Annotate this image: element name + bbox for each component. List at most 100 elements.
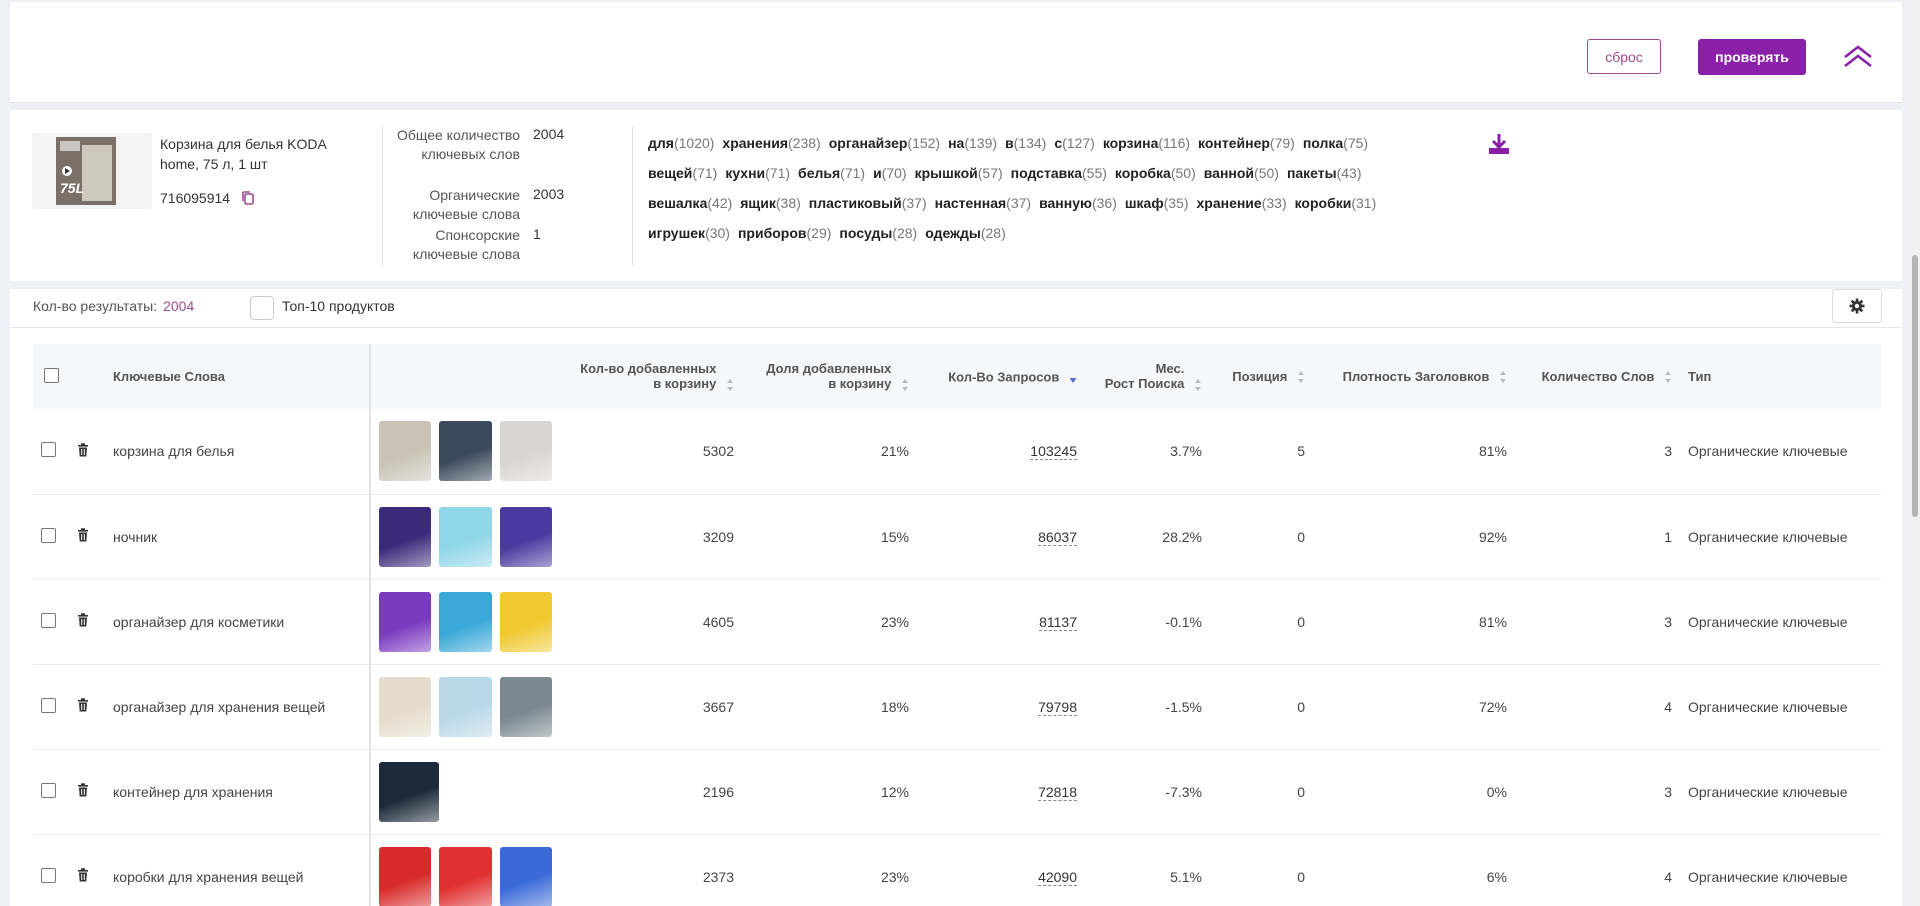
header-keywords[interactable]: Ключевые Слова [105,344,371,409]
requests-link[interactable]: 79798 [1038,698,1077,716]
sort-icon[interactable] [1664,370,1672,384]
product-thumbnail[interactable] [379,846,432,906]
word-cloud-item: коробка(50) [1115,158,1196,188]
header-cart-share[interactable]: Доля добавленных в корзину [742,344,917,409]
sort-icon[interactable] [1499,370,1507,384]
sort-desc-icon[interactable] [1069,370,1077,384]
scrollbar-thumb[interactable] [1912,255,1918,517]
top10-checkbox[interactable] [250,296,274,320]
product-thumbnail[interactable] [379,506,432,567]
title-density-cell: 0% [1486,783,1507,800]
header-type-label: Тип [1688,369,1712,384]
requests-link[interactable]: 42090 [1038,868,1077,886]
keyword-cell[interactable]: ночник [105,494,371,579]
select-all-checkbox[interactable] [43,367,59,383]
row-checkbox[interactable] [41,867,56,883]
word-cloud-count: (28) [892,225,918,241]
table-row[interactable]: контейнер для хранения 2196 12% 72818 -7.3% 0… [33,749,1881,834]
results-panel: Кол-во результаты: 2004 Топ-10 продуктов [10,289,1902,906]
trash-icon[interactable] [77,443,89,457]
chevron-up-icon[interactable] [1842,44,1874,70]
type-cell: Органические ключевые [1688,443,1848,460]
trash-icon[interactable] [77,698,89,712]
trash-icon[interactable] [77,868,89,882]
word-cloud-word: органайзер [828,135,908,151]
header-requests[interactable]: Кол-Во Запросов [917,344,1085,409]
product-thumbnail[interactable] [379,421,432,482]
header-title-density[interactable]: Плотность Заголовков [1313,344,1515,409]
stat-organic-value: 2003 [533,186,565,202]
word-cloud-item: настенная(37) [935,188,1031,218]
word-cloud-count: (1020) [673,135,715,151]
stat-total-value: 2004 [533,126,565,142]
word-cloud-item: с(127) [1054,128,1094,158]
requests-link[interactable]: 81137 [1039,613,1077,631]
row-checkbox[interactable] [41,612,56,628]
product-thumbnail[interactable] [439,676,492,737]
trash-icon[interactable] [77,613,89,627]
row-checkbox[interactable] [41,442,56,458]
sort-icon[interactable] [726,378,734,392]
product-thumbnail[interactable] [439,846,492,906]
header-growth[interactable]: Мес. Рост Поиска [1085,344,1210,409]
header-word-count-label: Количество Слов [1541,368,1655,384]
copy-icon[interactable] [240,190,256,206]
header-type[interactable]: Тип [1680,344,1820,409]
word-count-cell: 3 [1664,783,1672,800]
product-thumbnail[interactable] [499,421,552,482]
word-cloud-count: (36) [1091,195,1117,211]
keyword-cell[interactable]: органайзер для хранения вещей [105,664,371,749]
word-cloud-word: коробка [1114,165,1171,181]
table-row[interactable]: коробки для хранения вещей 2373 23% 42090 5.… [33,834,1881,906]
download-icon[interactable] [1487,132,1511,156]
sort-icon[interactable] [901,378,909,392]
table-row[interactable]: органайзер для хранения вещей 3667 18% 7979… [33,664,1881,749]
product-thumbnail[interactable] [499,506,552,567]
position-cell: 0 [1297,698,1305,715]
product-thumbnail[interactable] [379,591,432,652]
sort-icon[interactable] [1297,370,1305,384]
product-thumbnail[interactable] [379,676,432,737]
product-thumbnail[interactable] [439,421,492,482]
check-button[interactable]: проверять [1698,39,1806,75]
row-checkbox[interactable] [41,697,56,713]
reset-button[interactable]: сброс [1587,39,1661,74]
row-checkbox[interactable] [41,782,56,798]
position-cell: 0 [1297,868,1305,885]
word-cloud-count: (37) [1006,195,1032,211]
word-cloud-word: коробки [1294,195,1352,211]
product-thumbnail[interactable] [499,846,552,906]
stat-organic-label: Органические ключевые слова [412,187,520,222]
title-density-cell: 72% [1478,698,1507,715]
product-thumbnail[interactable] [499,676,552,737]
trash-icon[interactable] [77,783,89,797]
product-thumbnail[interactable] [499,591,552,652]
settings-button[interactable] [1832,289,1882,323]
divider [10,327,1902,328]
filter-panel: сброс проверять [10,2,1902,103]
table-row[interactable]: органайзер для косметики 4605 23% 81137 -0.1… [33,579,1881,664]
sort-icon[interactable] [1194,378,1202,392]
word-cloud-word: в [1005,135,1014,151]
table-row[interactable]: ночник 3209 15% 86037 28.2% 0 92% 1 Органические… [33,494,1881,579]
keyword-cell[interactable]: контейнер для хранения [105,749,371,834]
requests-link[interactable]: 86037 [1038,528,1077,546]
requests-link[interactable]: 103245 [1030,443,1077,461]
word-cloud-count: (70) [881,165,907,181]
word-cloud-item: подставка(55) [1011,158,1107,188]
product-thumbnail[interactable] [439,591,492,652]
table-row[interactable]: корзина для белья 5302 21% 103245 3.7% 5 81% 3 О… [33,409,1881,494]
keyword-cell[interactable]: органайзер для косметики [105,579,371,664]
row-delete-cell [69,664,105,749]
product-thumbnail[interactable] [439,506,492,567]
product-thumbnail[interactable] [379,761,439,822]
header-word-count[interactable]: Количество Слов [1515,344,1680,409]
requests-link[interactable]: 72818 [1038,783,1077,801]
keyword-cell[interactable]: коробки для хранения вещей [105,834,371,906]
title-density-cell: 6% [1486,868,1507,885]
row-checkbox[interactable] [41,527,56,543]
header-cart-count[interactable]: Кол-во добавленных в корзину [560,344,742,409]
keyword-cell[interactable]: корзина для белья [105,409,371,494]
header-position[interactable]: Позиция [1210,344,1313,409]
trash-icon[interactable] [77,528,89,542]
